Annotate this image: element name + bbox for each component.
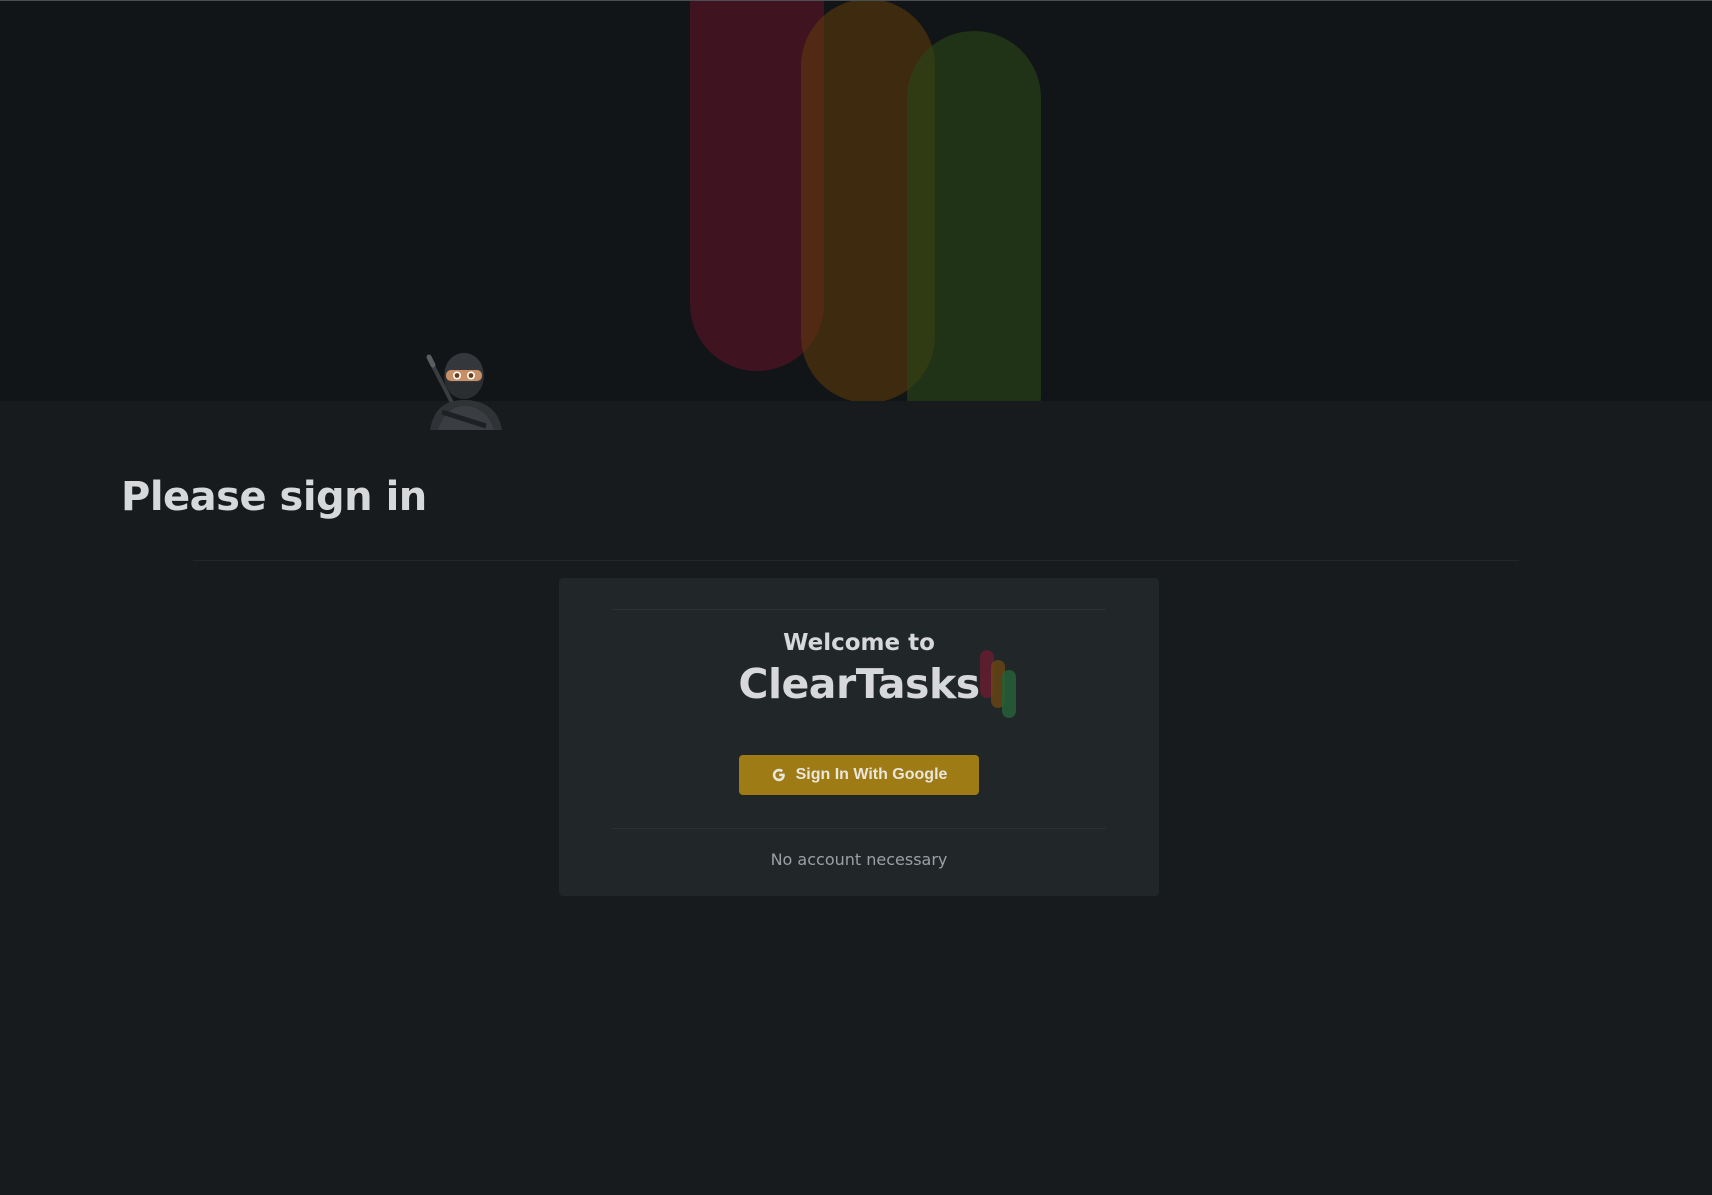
banner-pill-green	[907, 31, 1041, 401]
logo-bar-green	[1002, 670, 1016, 718]
cover-banner	[0, 1, 1712, 401]
welcome-text: Welcome to	[783, 630, 935, 656]
title-divider	[193, 560, 1519, 561]
brand-name: ClearTasks	[738, 660, 980, 708]
ninja-icon	[426, 353, 502, 430]
card-divider-top	[612, 609, 1106, 610]
google-icon	[772, 768, 785, 782]
cleartasks-logo-icon	[980, 650, 1024, 720]
sign-in-card: Welcome to ClearTasks Sign In With Googl…	[559, 578, 1159, 896]
card-divider-bottom	[612, 828, 1106, 829]
sign-in-button-label: Sign In With Google	[795, 766, 948, 783]
sign-in-with-google-button[interactable]: Sign In With Google	[739, 755, 979, 795]
no-account-note: No account necessary	[770, 850, 948, 869]
page-title: Please sign in	[121, 474, 427, 520]
